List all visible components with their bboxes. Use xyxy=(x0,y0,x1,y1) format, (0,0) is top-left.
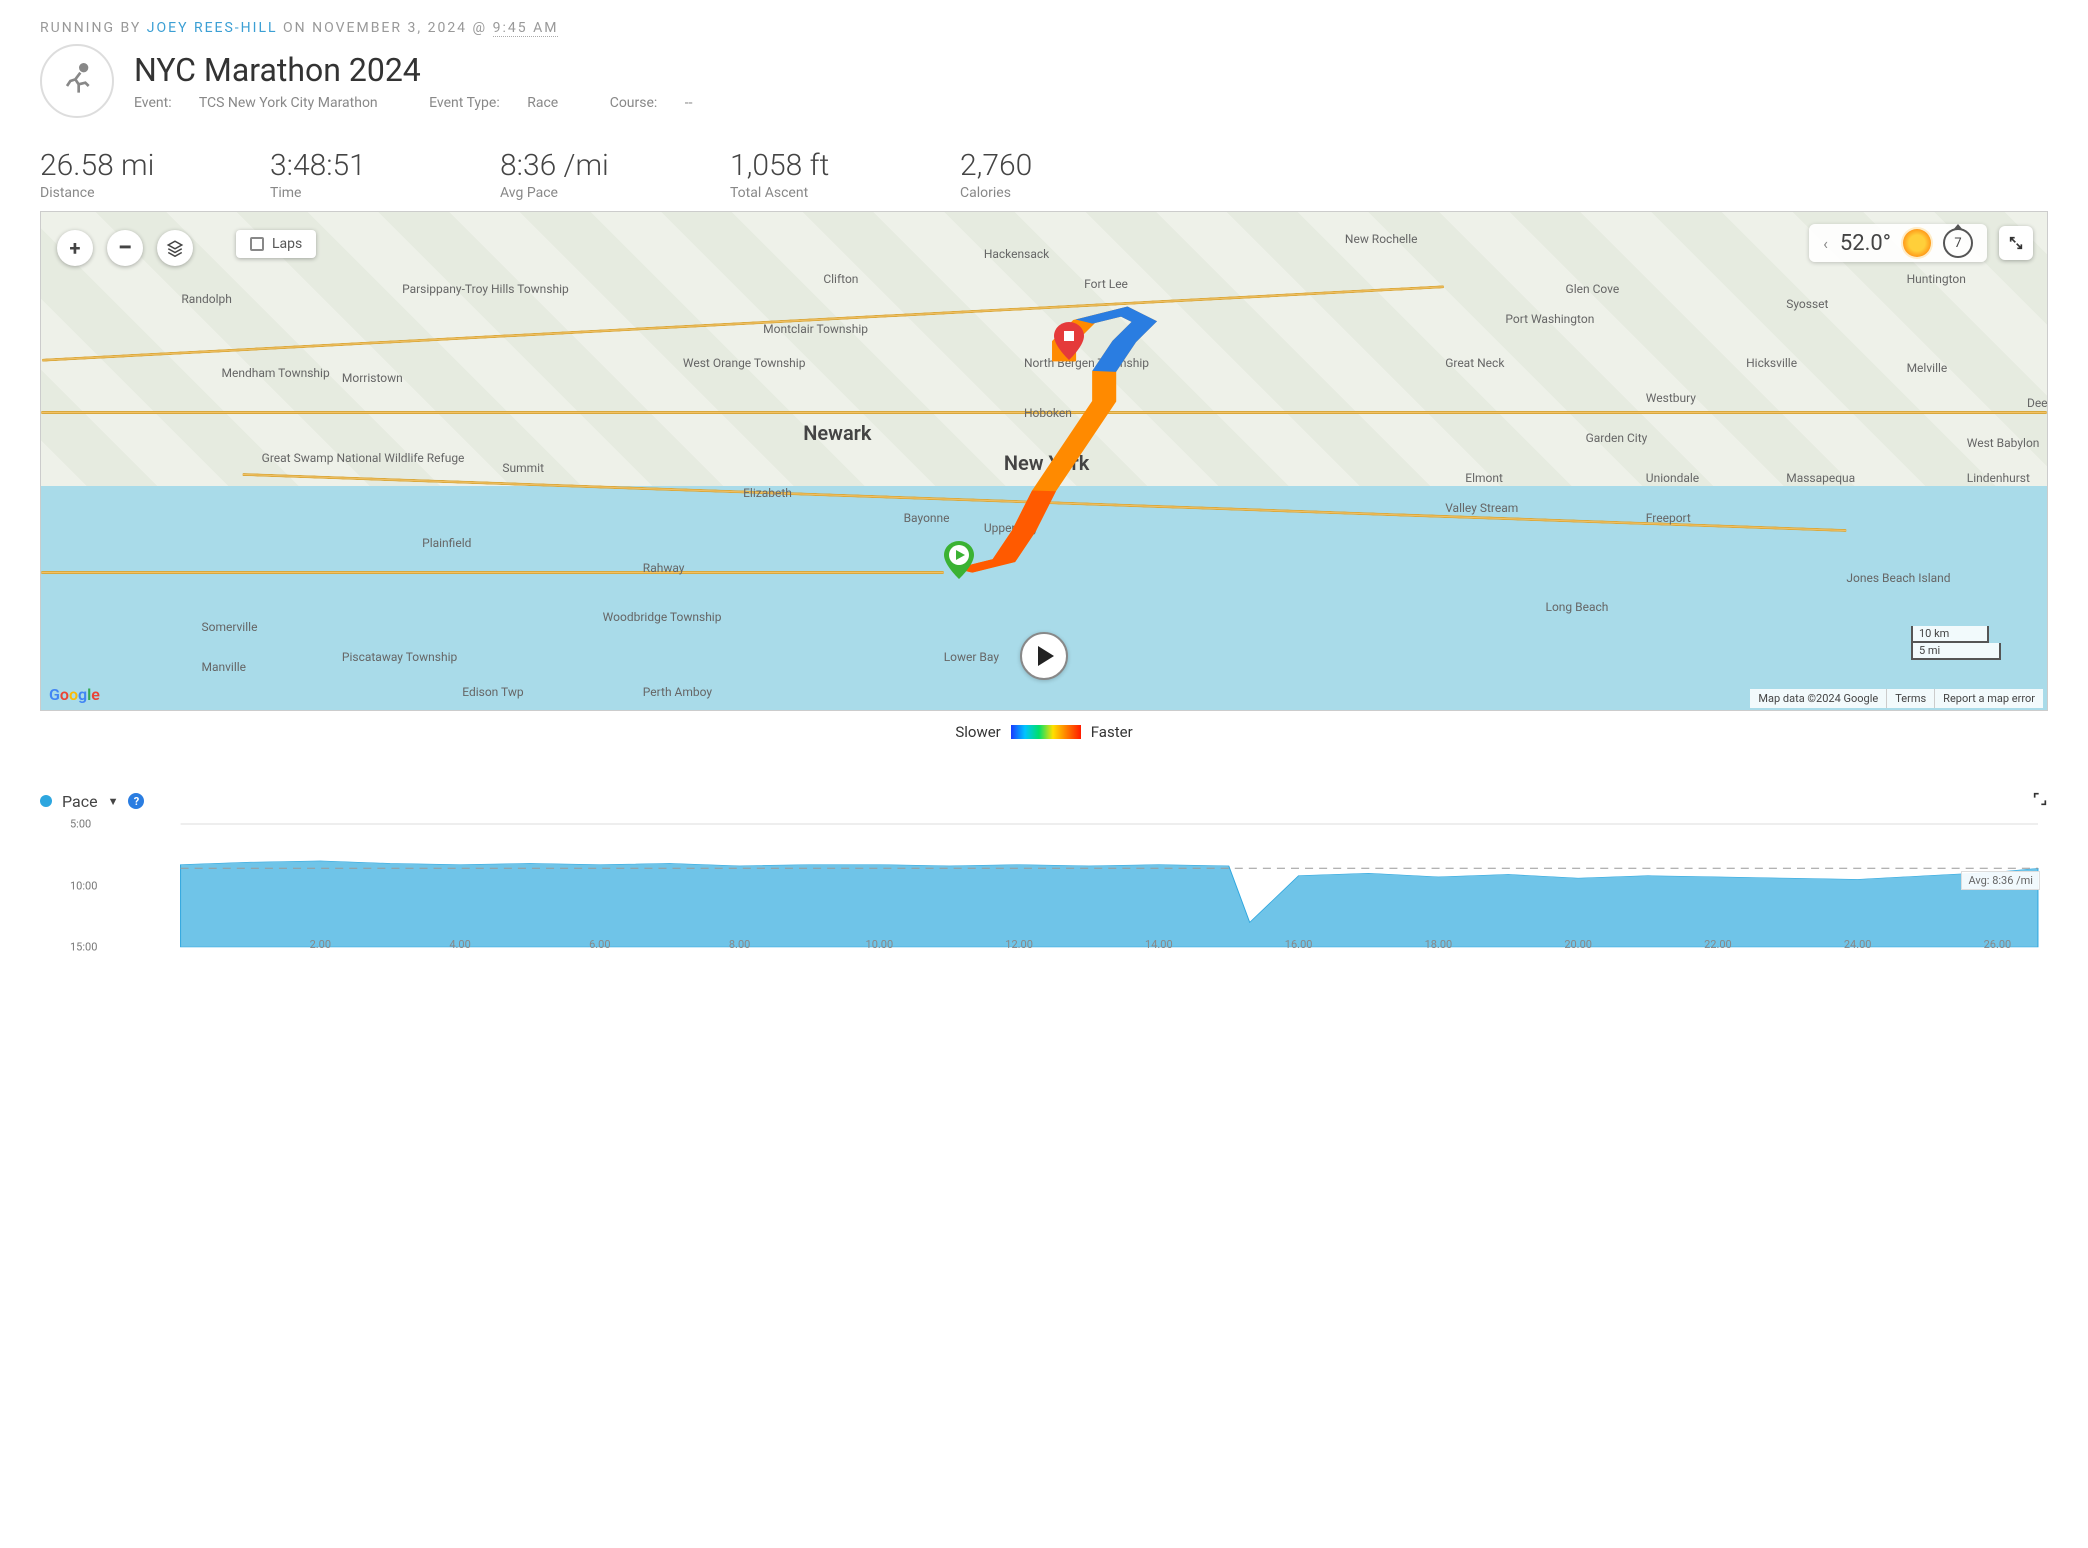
start-marker-icon xyxy=(944,541,974,579)
chart-x-tick: 18.00 xyxy=(1425,938,1453,951)
series-color-dot xyxy=(40,795,52,807)
map-scale: 10 km 5 mi xyxy=(1911,626,2001,660)
event-name: TCS New York City Marathon xyxy=(199,95,378,111)
stat-calories: 2,760 Calories xyxy=(960,148,1110,201)
chart-x-tick: 2.00 xyxy=(310,938,331,951)
activity-header: RUNNING BY JOEY REES-HILL ON NOVEMBER 3,… xyxy=(40,20,2048,36)
map-terms-link[interactable]: Terms xyxy=(1886,689,1934,708)
map-attribution: Map data ©2024 Google Terms Report a map… xyxy=(1750,689,2043,708)
chart-x-tick: 8.00 xyxy=(729,938,750,951)
stat-time: 3:48:51 Time xyxy=(270,148,420,201)
finish-marker-icon xyxy=(1054,322,1084,360)
chart-x-tick: 12.00 xyxy=(1005,938,1033,951)
chart-y-tick: 15:00 xyxy=(70,941,97,954)
chart-x-tick: 24.00 xyxy=(1844,938,1872,951)
chevron-down-icon: ▼ xyxy=(108,795,119,808)
info-icon[interactable]: ? xyxy=(128,793,144,809)
route-map[interactable]: New YorkNewarkHackensackNew RochelleClif… xyxy=(40,211,2048,711)
stat-ascent: 1,058 ft Total Ascent xyxy=(730,148,880,201)
course-name: -- xyxy=(685,95,693,111)
running-icon xyxy=(40,44,114,118)
author-link[interactable]: JOEY REES-HILL xyxy=(147,20,278,36)
pace-color-legend: Slower Faster xyxy=(40,723,2048,741)
sun-icon xyxy=(1903,229,1931,257)
google-logo: Google xyxy=(49,685,100,704)
chevron-left-icon[interactable]: ‹ xyxy=(1823,234,1828,253)
chart-x-tick: 10.00 xyxy=(866,938,894,951)
page-title: NYC Marathon 2024 xyxy=(134,51,741,89)
map-fullscreen-button[interactable] xyxy=(1999,226,2033,260)
chart-x-tick: 26.00 xyxy=(1984,938,2012,951)
chart-x-tick: 4.00 xyxy=(449,938,470,951)
temperature: 52.0° xyxy=(1840,231,1891,256)
stats-row: 26.58 mi Distance 3:48:51 Time 8:36 /mi … xyxy=(40,148,2048,201)
chart-x-tick: 16.00 xyxy=(1285,938,1313,951)
chart-y-tick: 10:00 xyxy=(70,879,97,892)
pace-chart[interactable]: 5:0010:0015:00 2.004.006.008.0010.0012.0… xyxy=(40,819,2048,949)
activity-date: NOVEMBER 3, 2024 xyxy=(312,20,467,36)
checkbox-icon xyxy=(250,237,264,251)
chart-x-tick: 20.00 xyxy=(1564,938,1592,951)
zoom-out-button[interactable]: − xyxy=(107,230,143,266)
chart-x-tick: 14.00 xyxy=(1145,938,1173,951)
chart-fullscreen-button[interactable] xyxy=(2032,791,2048,811)
chart-x-tick: 22.00 xyxy=(1704,938,1732,951)
laps-toggle[interactable]: Laps xyxy=(236,230,316,258)
stat-pace: 8:36 /mi Avg Pace xyxy=(500,148,650,201)
activity-type: RUNNING xyxy=(40,20,115,36)
zoom-in-button[interactable]: + xyxy=(57,230,93,266)
map-report-link[interactable]: Report a map error xyxy=(1934,689,2043,708)
chart-y-tick: 5:00 xyxy=(70,818,91,831)
gradient-bar xyxy=(1011,725,1081,739)
meta-line: Event: TCS New York City Marathon Event … xyxy=(134,95,741,111)
play-route-button[interactable] xyxy=(1020,632,1068,680)
wind-badge: 7 xyxy=(1943,228,1973,258)
pace-chart-section: Pace ▼ ? 5:0010:0015:00 2.004.006.008.00… xyxy=(40,791,2048,949)
chart-x-tick: 6.00 xyxy=(589,938,610,951)
chart-metric-selector[interactable]: Pace ▼ ? xyxy=(40,792,144,811)
event-type: Race xyxy=(527,95,558,111)
weather-widget[interactable]: ‹ 52.0° 7 xyxy=(1809,224,1987,262)
activity-time: 9:45 AM xyxy=(493,20,559,37)
avg-pace-label: Avg: 8:36 /mi xyxy=(1961,871,2040,890)
stat-distance: 26.58 mi Distance xyxy=(40,148,190,201)
layers-button[interactable] xyxy=(157,230,193,266)
